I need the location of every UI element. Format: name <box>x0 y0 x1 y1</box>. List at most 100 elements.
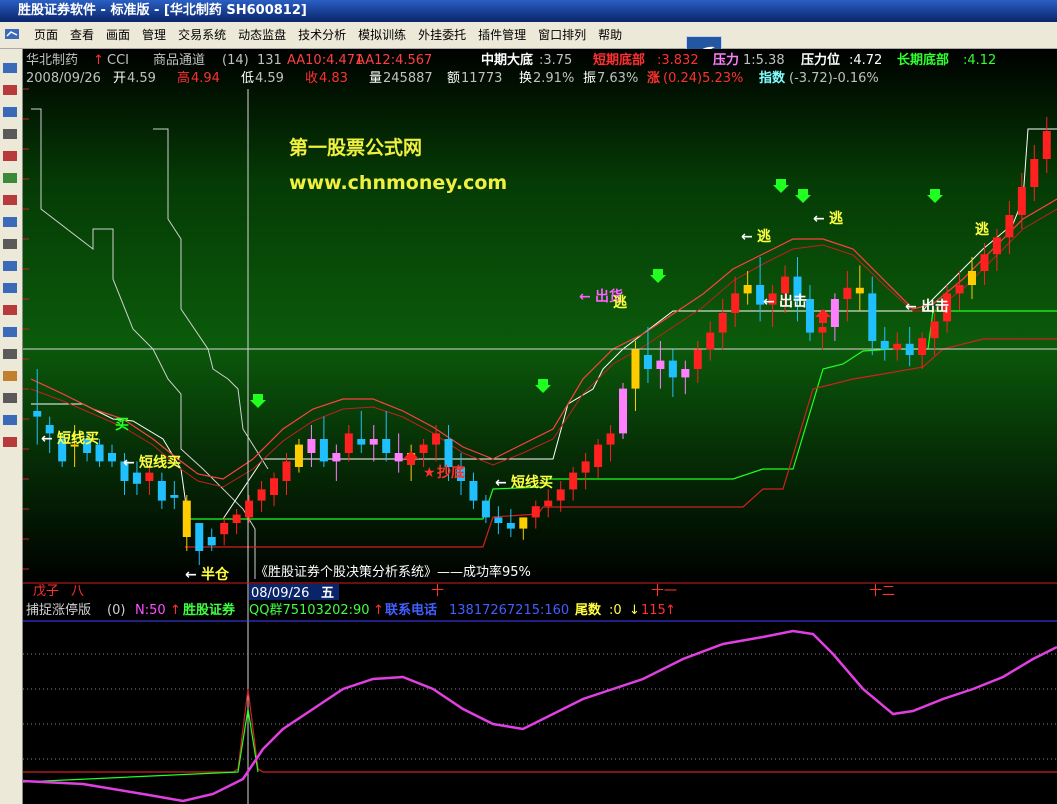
candle-body[interactable] <box>282 461 291 481</box>
candle-body[interactable] <box>369 439 378 445</box>
stock-chart[interactable]: 华北制药 ↑ CCI 商品通道 (14) 131 AA10:4.471 AA12… <box>23 49 1057 804</box>
tool-icon-8[interactable] <box>3 239 17 249</box>
candle-body[interactable] <box>905 343 914 355</box>
candle-body[interactable] <box>182 500 191 537</box>
candle-body[interactable] <box>668 360 677 378</box>
candle-body[interactable] <box>157 481 166 501</box>
candle-body[interactable] <box>980 254 989 271</box>
tool-icon-13[interactable] <box>3 349 17 359</box>
menu-item-0[interactable]: 页面 <box>28 22 64 48</box>
candle-body[interactable] <box>556 489 565 501</box>
menu-item-2[interactable]: 画面 <box>100 22 136 48</box>
menu-item-6[interactable]: 技术分析 <box>292 22 352 48</box>
candle-body[interactable] <box>95 444 104 462</box>
tool-icon-14[interactable] <box>3 371 17 381</box>
candle-body[interactable] <box>843 287 852 299</box>
candle-body[interactable] <box>656 360 665 369</box>
candle-body[interactable] <box>930 321 939 339</box>
candle-body[interactable] <box>132 472 141 484</box>
candle-body[interactable] <box>967 271 976 285</box>
menu-item-3[interactable]: 管理 <box>136 22 172 48</box>
candle-body[interactable] <box>531 506 540 518</box>
candle-body[interactable] <box>681 369 690 378</box>
tool-icon-1[interactable] <box>3 85 17 95</box>
candle-body[interactable] <box>544 500 553 507</box>
menu-item-11[interactable]: 帮助 <box>592 22 628 48</box>
candle-body[interactable] <box>581 461 590 473</box>
candle-body[interactable] <box>805 299 814 333</box>
tool-icon-2[interactable] <box>3 107 17 117</box>
candle-body[interactable] <box>868 293 877 341</box>
menu-item-9[interactable]: 插件管理 <box>472 22 532 48</box>
candle-body[interactable] <box>382 439 391 453</box>
candle-body[interactable] <box>643 355 652 369</box>
candle-body[interactable] <box>332 453 341 462</box>
candle-body[interactable] <box>394 453 403 462</box>
candle-body[interactable] <box>145 472 154 481</box>
candle-body[interactable] <box>432 433 441 445</box>
candle-body[interactable] <box>232 514 241 523</box>
menu-item-4[interactable]: 交易系统 <box>172 22 232 48</box>
tool-icon-17[interactable] <box>3 437 17 447</box>
candle-body[interactable] <box>481 500 490 518</box>
candle-body[interactable] <box>270 478 279 495</box>
candle-body[interactable] <box>619 388 628 434</box>
menu-item-10[interactable]: 窗口排列 <box>532 22 592 48</box>
candle-body[interactable] <box>1030 159 1039 187</box>
tool-icon-4[interactable] <box>3 151 17 161</box>
candle-body[interactable] <box>1017 187 1026 215</box>
menu-item-1[interactable]: 查看 <box>64 22 100 48</box>
candle-body[interactable] <box>718 313 727 333</box>
menu-item-7[interactable]: 模拟训练 <box>352 22 412 48</box>
menu-item-5[interactable]: 动态监盘 <box>232 22 292 48</box>
candle-body[interactable] <box>294 444 303 467</box>
tool-icon-5[interactable] <box>3 173 17 183</box>
tool-icon-9[interactable] <box>3 261 17 271</box>
candle-body[interactable] <box>494 517 503 523</box>
candle-body[interactable] <box>818 327 827 333</box>
candle-body[interactable] <box>594 444 603 467</box>
candle-body[interactable] <box>170 495 179 498</box>
candle-body[interactable] <box>731 293 740 313</box>
tool-icon-10[interactable] <box>3 283 17 293</box>
candle-body[interactable] <box>693 349 702 369</box>
candle-body[interactable] <box>1005 215 1014 238</box>
candle-body[interactable] <box>743 285 752 294</box>
tool-icon-15[interactable] <box>3 393 17 403</box>
tool-icon-7[interactable] <box>3 217 17 227</box>
tool-icon-3[interactable] <box>3 129 17 139</box>
candle-body[interactable] <box>606 433 615 445</box>
candle-body[interactable] <box>257 489 266 501</box>
candle-body[interactable] <box>830 299 839 327</box>
candle-body[interactable] <box>444 439 453 467</box>
candle-body[interactable] <box>706 332 715 350</box>
candle-body[interactable] <box>880 341 889 350</box>
candle-body[interactable] <box>569 472 578 490</box>
menu-item-8[interactable]: 外挂委托 <box>412 22 472 48</box>
candle-body[interactable] <box>220 523 229 535</box>
candle-body[interactable] <box>307 439 316 453</box>
candle-body[interactable] <box>1042 131 1051 159</box>
candle-body[interactable] <box>469 481 478 501</box>
candle-body[interactable] <box>918 338 927 355</box>
candle-body[interactable] <box>893 343 902 350</box>
candle-body[interactable] <box>245 500 254 518</box>
candle-body[interactable] <box>519 517 528 529</box>
candle-body[interactable] <box>33 411 42 417</box>
candle-body[interactable] <box>319 439 328 462</box>
candle-body[interactable] <box>195 523 204 551</box>
tool-icon-16[interactable] <box>3 415 17 425</box>
tool-icon-12[interactable] <box>3 327 17 337</box>
candle-body[interactable] <box>855 287 864 294</box>
tool-icon-11[interactable] <box>3 305 17 315</box>
candle-body[interactable] <box>955 285 964 294</box>
candle-body[interactable] <box>207 537 216 546</box>
tool-icon-6[interactable] <box>3 195 17 205</box>
candle-body[interactable] <box>781 276 790 294</box>
candle-body[interactable] <box>992 237 1001 255</box>
tool-icon-0[interactable] <box>3 63 17 73</box>
candle-body[interactable] <box>419 444 428 453</box>
candle-body[interactable] <box>108 453 117 462</box>
candle-body[interactable] <box>506 523 515 529</box>
candle-body[interactable] <box>344 433 353 453</box>
